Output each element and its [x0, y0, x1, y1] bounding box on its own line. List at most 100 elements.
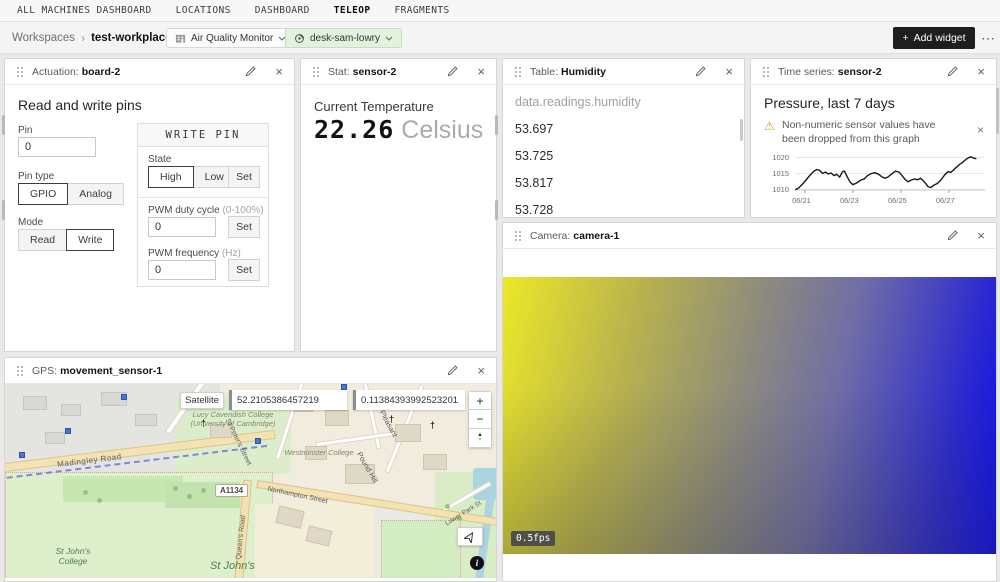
map-label: St John's	[210, 560, 255, 572]
chart-y-axis: 102010151010	[763, 151, 789, 203]
breadcrumb-separator-icon: ›	[81, 31, 85, 45]
workspace-toolbar: Workspaces › test-workplace Air Quality …	[0, 22, 1000, 54]
longitude-input[interactable]	[353, 390, 465, 410]
nav-locations[interactable]: LOCATIONS	[176, 5, 231, 16]
pin-input[interactable]	[18, 137, 96, 157]
table-row: 53.728	[515, 203, 553, 217]
zoom-out-button[interactable]: −	[468, 410, 492, 429]
widget-resize-handle[interactable]	[2, 200, 5, 220]
map-tree	[445, 504, 450, 509]
map-zoom-controls: + − ▲ ▼	[468, 391, 492, 448]
close-widget-button[interactable]: ×	[477, 65, 485, 78]
map-marker	[121, 394, 127, 400]
nav-all-machines-dashboard[interactable]: ALL MACHINES DASHBOARD	[17, 5, 152, 16]
nav-teleop[interactable]: TELEOP	[334, 5, 371, 16]
pin-type-gpio-button[interactable]: GPIO	[18, 183, 68, 205]
mode-read-button[interactable]: Read	[18, 229, 67, 251]
add-widget-button[interactable]: + Add widget	[893, 27, 975, 49]
breadcrumb-workspaces-link[interactable]: Workspaces	[12, 32, 75, 44]
edit-widget-button[interactable]	[446, 364, 459, 377]
widget-gps: GPS:movement_sensor-1 ×	[4, 357, 497, 582]
chart-title: Pressure, last 7 days	[764, 95, 895, 111]
machine-selector[interactable]: desk-sam-lowry	[285, 28, 402, 48]
actuation-heading: Read and write pins	[18, 97, 142, 113]
pwm-duty-input[interactable]	[148, 217, 216, 237]
pwm-duty-label: PWM duty cycle (0-100%)	[148, 205, 264, 216]
close-widget-button[interactable]: ×	[977, 229, 985, 242]
table-row: 53.817	[515, 176, 553, 190]
locate-button[interactable]	[457, 527, 483, 546]
tilt-control-button[interactable]: ▲ ▼	[468, 429, 492, 448]
stat-unit: Celsius	[401, 116, 483, 145]
widget-title: GPS:movement_sensor-1	[32, 365, 162, 377]
table-row: 53.697	[515, 122, 553, 136]
widget-resize-handle[interactable]	[495, 200, 498, 220]
page-scrollbar[interactable]	[996, 88, 999, 134]
satellite-toggle-button[interactable]: Satellite	[180, 392, 224, 409]
widget-resize-handle[interactable]	[495, 115, 498, 135]
drag-handle-icon[interactable]	[762, 66, 770, 78]
pwm-freq-input[interactable]	[148, 260, 216, 280]
pin-type-label: Pin type	[18, 171, 54, 182]
drag-handle-icon[interactable]	[514, 230, 522, 242]
machine-selector-label: desk-sam-lowry	[310, 33, 380, 44]
state-high-button[interactable]: High	[148, 166, 194, 188]
fps-badge: 0.5fps	[511, 531, 555, 546]
table-scrollbar[interactable]	[740, 119, 743, 141]
write-pin-header: WRITE PIN	[138, 124, 268, 147]
zoom-in-button[interactable]: +	[468, 391, 492, 410]
drag-handle-icon[interactable]	[16, 66, 24, 78]
pin-type-analog-button[interactable]: Analog	[67, 183, 124, 205]
chart-x-axis: 06/2106/2306/2506/27	[795, 151, 985, 211]
close-widget-button[interactable]: ×	[725, 65, 733, 78]
workspace-selector-label: Air Quality Monitor	[191, 33, 273, 44]
close-widget-button[interactable]: ×	[477, 364, 485, 377]
navigation-arrow-icon	[464, 531, 476, 543]
mode-write-button[interactable]: Write	[66, 229, 114, 251]
map-building	[45, 432, 65, 444]
close-widget-button[interactable]: ×	[275, 65, 283, 78]
warning-message: Non-numeric sensor values have been drop…	[782, 118, 954, 146]
map-attribution-info-button[interactable]: i	[470, 556, 484, 570]
widget-timeseries: Time series:sensor-2 × Pressure, last 7 …	[750, 58, 997, 218]
set-pwm-freq-button[interactable]: Set	[228, 259, 260, 281]
church-icon: †	[430, 420, 435, 430]
widget-title: Time series:sensor-2	[778, 66, 882, 78]
widget-table: Table:Humidity × data.readings.humidity …	[502, 58, 745, 218]
stat-value: 22.26	[314, 115, 394, 144]
drag-handle-icon[interactable]	[312, 66, 320, 78]
top-nav: ALL MACHINES DASHBOARD LOCATIONS DASHBOA…	[0, 0, 1000, 22]
machine-icon	[294, 33, 305, 44]
map-tree	[173, 486, 178, 491]
workspace-icon	[175, 33, 186, 44]
map-tree	[201, 488, 206, 493]
edit-widget-button[interactable]	[694, 65, 707, 78]
edit-widget-button[interactable]	[946, 229, 959, 242]
set-state-button[interactable]: Set	[228, 166, 260, 188]
map-building	[135, 414, 157, 426]
mode-label: Mode	[18, 217, 43, 228]
map-canvas[interactable]: † † † † Lucy Cavendish College (Universi…	[5, 384, 496, 578]
stat-label: Current Temperature	[314, 99, 434, 114]
more-options-button[interactable]: ⋯	[981, 30, 996, 47]
edit-widget-button[interactable]	[946, 65, 959, 78]
drag-handle-icon[interactable]	[16, 365, 24, 377]
set-pwm-duty-button[interactable]: Set	[228, 216, 260, 238]
widget-title: Table:Humidity	[530, 66, 606, 78]
nav-fragments[interactable]: FRAGMENTS	[395, 5, 450, 16]
close-widget-button[interactable]: ×	[977, 65, 985, 78]
edit-widget-button[interactable]	[244, 65, 257, 78]
breadcrumb-current: test-workplace	[91, 32, 172, 44]
workspace-selector[interactable]: Air Quality Monitor	[166, 28, 295, 48]
widget-resize-handle[interactable]	[2, 115, 5, 135]
nav-dashboard[interactable]: DASHBOARD	[255, 5, 310, 16]
breadcrumb: Workspaces › test-workplace	[12, 31, 181, 45]
edit-widget-button[interactable]	[446, 65, 459, 78]
drag-handle-icon[interactable]	[514, 66, 522, 78]
table-row: 53.725	[515, 149, 553, 163]
dismiss-warning-button[interactable]: ×	[977, 123, 984, 137]
map-road-badge: A1134	[215, 484, 248, 497]
map-tree	[97, 498, 102, 503]
latitude-input[interactable]	[229, 390, 347, 410]
map-label: Westminster College	[283, 448, 355, 457]
